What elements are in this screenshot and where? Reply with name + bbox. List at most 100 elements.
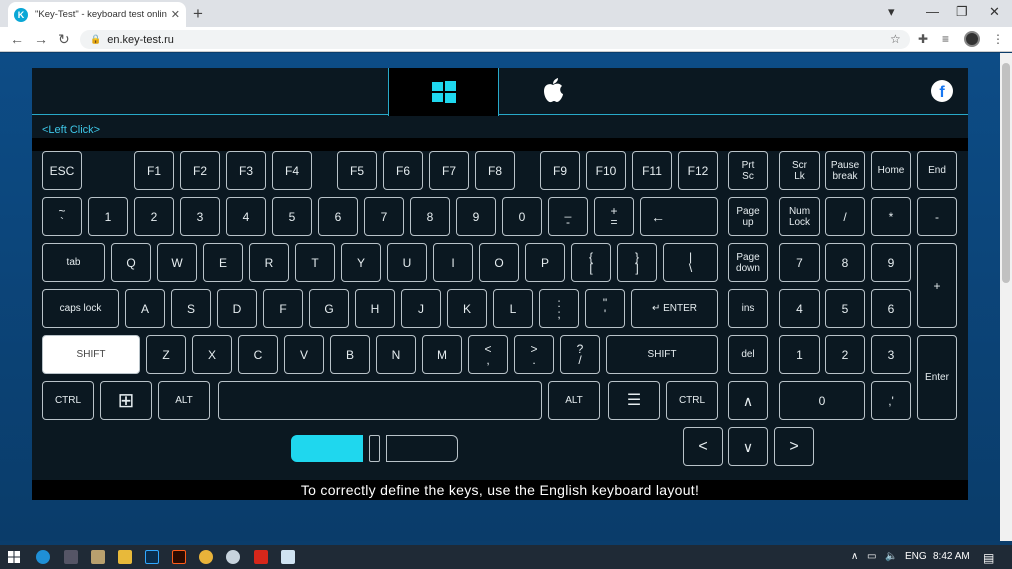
key-t[interactable]: T bbox=[295, 243, 335, 282]
key-v[interactable]: V bbox=[284, 335, 324, 374]
key-f10[interactable]: F10 bbox=[586, 151, 626, 190]
reading-list-icon[interactable]: ≡ bbox=[942, 32, 949, 46]
key-1[interactable]: 1 bbox=[88, 197, 128, 236]
key-capslock[interactable]: caps lock bbox=[42, 289, 119, 328]
key-y[interactable]: Y bbox=[341, 243, 381, 282]
key-end[interactable]: End bbox=[917, 151, 957, 190]
key-s[interactable]: S bbox=[171, 289, 211, 328]
app-icon[interactable] bbox=[226, 550, 240, 564]
page-scrollbar[interactable] bbox=[1000, 53, 1012, 541]
key-o[interactable]: O bbox=[479, 243, 519, 282]
os-mac-tab[interactable] bbox=[542, 78, 564, 111]
acrobat-icon[interactable] bbox=[254, 550, 268, 564]
key-f12[interactable]: F12 bbox=[678, 151, 718, 190]
key-9[interactable]: 9 bbox=[456, 197, 496, 236]
key-f4[interactable]: F4 bbox=[272, 151, 312, 190]
key-f3[interactable]: F3 bbox=[226, 151, 266, 190]
more-menu-icon[interactable]: ⋮ bbox=[992, 32, 1004, 46]
key-menu[interactable]: ☰ bbox=[608, 381, 660, 420]
key-numpad-divide[interactable]: / bbox=[825, 197, 865, 236]
key-7[interactable]: 7 bbox=[364, 197, 404, 236]
key-numpad-3[interactable]: 3 bbox=[871, 335, 911, 374]
key-prtsc[interactable]: Prt Sc bbox=[728, 151, 768, 190]
file-explorer-icon[interactable] bbox=[118, 550, 132, 564]
key-b[interactable]: B bbox=[330, 335, 370, 374]
key-arrow-down[interactable]: ∨ bbox=[728, 427, 768, 466]
key-p[interactable]: P bbox=[525, 243, 565, 282]
key-n[interactable]: N bbox=[376, 335, 416, 374]
key-windows[interactable]: ⊞ bbox=[100, 381, 152, 420]
key-f11[interactable]: F11 bbox=[632, 151, 672, 190]
key-d[interactable]: D bbox=[217, 289, 257, 328]
key-f2[interactable]: F2 bbox=[180, 151, 220, 190]
key-right-alt[interactable]: ALT bbox=[548, 381, 600, 420]
browser-tab[interactable]: K "Key-Test" - keyboard test online ✕ bbox=[8, 2, 186, 27]
key-tilde[interactable]: ~ ` bbox=[42, 197, 82, 236]
language-indicator[interactable]: ENG bbox=[905, 551, 927, 562]
start-icon[interactable] bbox=[8, 551, 20, 563]
key-arrow-up[interactable]: ∧ bbox=[728, 381, 768, 420]
key-semicolon[interactable]: :; bbox=[539, 289, 579, 328]
url-bar[interactable]: 🔒 en.key-test.ru bbox=[80, 30, 910, 49]
new-tab-button[interactable]: + bbox=[193, 4, 203, 24]
key-numpad-2[interactable]: 2 bbox=[825, 335, 865, 374]
key-a[interactable]: A bbox=[125, 289, 165, 328]
key-scrlk[interactable]: Scr Lk bbox=[779, 151, 820, 190]
clock[interactable]: 8:42 AM bbox=[933, 551, 970, 562]
key-f[interactable]: F bbox=[263, 289, 303, 328]
key-u[interactable]: U bbox=[387, 243, 427, 282]
key-3[interactable]: 3 bbox=[180, 197, 220, 236]
profile-avatar[interactable] bbox=[964, 31, 980, 47]
key-numpad-enter[interactable]: Enter bbox=[917, 335, 957, 420]
key-f6[interactable]: F6 bbox=[383, 151, 423, 190]
photoshop-icon[interactable] bbox=[145, 550, 159, 564]
scrollbar-thumb[interactable] bbox=[1002, 63, 1010, 283]
key-numpad-multiply[interactable]: * bbox=[871, 197, 911, 236]
battery-icon[interactable]: ▭ bbox=[867, 551, 876, 562]
key-m[interactable]: M bbox=[422, 335, 462, 374]
key-i[interactable]: I bbox=[433, 243, 473, 282]
key-period[interactable]: >. bbox=[514, 335, 554, 374]
key-arrow-left[interactable]: < bbox=[683, 427, 723, 466]
key-minus[interactable]: _ - bbox=[548, 197, 588, 236]
chrome-icon[interactable] bbox=[199, 550, 213, 564]
key-delete[interactable]: del bbox=[728, 335, 768, 374]
key-equals[interactable]: + = bbox=[594, 197, 634, 236]
key-f9[interactable]: F9 bbox=[540, 151, 580, 190]
key-numlock[interactable]: Num Lock bbox=[779, 197, 820, 236]
illustrator-icon[interactable] bbox=[172, 550, 186, 564]
key-tab[interactable]: tab bbox=[42, 243, 105, 282]
volume-icon[interactable]: 🔈 bbox=[885, 551, 897, 562]
os-windows-tab[interactable] bbox=[388, 68, 499, 116]
key-quote[interactable]: " ' bbox=[585, 289, 625, 328]
edge-icon[interactable] bbox=[36, 550, 50, 564]
key-left-bracket[interactable]: {[ bbox=[571, 243, 611, 282]
facebook-icon[interactable]: f bbox=[931, 80, 953, 102]
app-icon[interactable] bbox=[91, 550, 105, 564]
minimize-button[interactable]: — bbox=[926, 4, 939, 19]
key-numpad-5[interactable]: 5 bbox=[825, 289, 865, 328]
key-slash[interactable]: ? / bbox=[560, 335, 600, 374]
key-g[interactable]: G bbox=[309, 289, 349, 328]
key-0[interactable]: 0 bbox=[502, 197, 542, 236]
key-numpad-0[interactable]: 0 bbox=[779, 381, 865, 420]
key-f8[interactable]: F8 bbox=[475, 151, 515, 190]
key-numpad-4[interactable]: 4 bbox=[779, 289, 820, 328]
key-f5[interactable]: F5 bbox=[337, 151, 377, 190]
key-w[interactable]: W bbox=[157, 243, 197, 282]
key-8[interactable]: 8 bbox=[410, 197, 450, 236]
key-z[interactable]: Z bbox=[146, 335, 186, 374]
back-button[interactable]: ← bbox=[10, 31, 24, 47]
bookmark-star-icon[interactable]: ☆ bbox=[890, 32, 901, 46]
tray-chevron-icon[interactable]: ∧ bbox=[851, 551, 858, 562]
key-k[interactable]: K bbox=[447, 289, 487, 328]
key-pagedown[interactable]: Page down bbox=[728, 243, 768, 282]
key-f1[interactable]: F1 bbox=[134, 151, 174, 190]
key-6[interactable]: 6 bbox=[318, 197, 358, 236]
key-left-shift[interactable]: SHIFT bbox=[42, 335, 140, 374]
key-2[interactable]: 2 bbox=[134, 197, 174, 236]
key-home[interactable]: Home bbox=[871, 151, 911, 190]
reload-button[interactable]: ↻ bbox=[58, 31, 70, 48]
key-pageup[interactable]: Page up bbox=[728, 197, 768, 236]
key-enter[interactable]: ↵ ENTER bbox=[631, 289, 718, 328]
